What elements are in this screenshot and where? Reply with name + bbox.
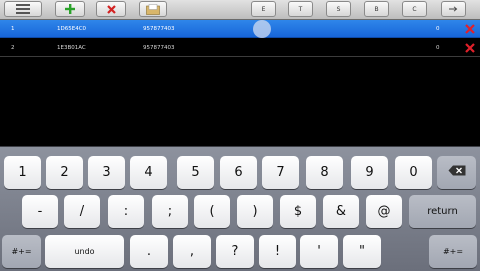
table-row[interactable]: 2 1E3B01AC 957877403 0	[0, 39, 480, 57]
row-code: 1D65E4C0	[57, 26, 87, 32]
key-semicolon[interactable]: ;	[152, 195, 188, 228]
row-delete-button[interactable]	[464, 23, 476, 35]
table-row[interactable]: 1 1D65E4C0 957877403 0	[0, 20, 480, 38]
backspace-icon	[448, 165, 466, 180]
arrow-right-icon	[449, 6, 458, 12]
key-dollar[interactable]: $	[280, 195, 316, 228]
key-9[interactable]: 9	[351, 156, 388, 189]
x-icon	[465, 43, 475, 53]
key-exclamation[interactable]: !	[259, 235, 296, 268]
key-question[interactable]: ?	[216, 235, 254, 268]
plus-icon	[65, 4, 75, 14]
key-quote[interactable]: "	[343, 235, 381, 268]
key-0[interactable]: 0	[395, 156, 432, 189]
touch-indicator	[253, 20, 271, 38]
key-colon[interactable]: :	[108, 195, 144, 228]
key-3[interactable]: 3	[88, 156, 125, 189]
column-button-t[interactable]: T	[288, 1, 313, 17]
key-apostrophe[interactable]: '	[300, 235, 338, 268]
list-icon	[16, 4, 30, 14]
numeric-keyboard: 1 2 3 4 5 6 7 8 9 0 - / : ; ( ) $ & @ re…	[0, 146, 480, 271]
key-1[interactable]: 1	[4, 156, 41, 189]
folder-icon	[146, 3, 160, 15]
row-index: 2	[11, 45, 15, 51]
row-number: 957877403	[143, 26, 175, 32]
open-button[interactable]	[139, 1, 167, 17]
add-button[interactable]	[55, 1, 85, 17]
symbols-key-right[interactable]: #+=	[429, 235, 477, 268]
key-open-paren[interactable]: (	[194, 195, 230, 228]
delete-button[interactable]	[96, 1, 126, 17]
key-at[interactable]: @	[366, 195, 402, 228]
key-slash[interactable]: /	[64, 195, 100, 228]
key-5[interactable]: 5	[177, 156, 214, 189]
toolbar: E T S B C	[0, 0, 480, 20]
key-2[interactable]: 2	[46, 156, 83, 189]
x-icon	[106, 4, 116, 14]
undo-key[interactable]: undo	[45, 235, 124, 268]
key-6[interactable]: 6	[220, 156, 257, 189]
row-index: 1	[11, 26, 15, 32]
symbols-key-left[interactable]: #+=	[2, 235, 41, 268]
menu-button[interactable]	[4, 1, 42, 17]
key-8[interactable]: 8	[306, 156, 343, 189]
x-icon	[465, 24, 475, 34]
key-4[interactable]: 4	[130, 156, 167, 189]
column-button-s[interactable]: S	[326, 1, 351, 17]
column-button-b[interactable]: B	[364, 1, 389, 17]
forward-button[interactable]	[441, 1, 466, 17]
row-delete-button[interactable]	[464, 42, 476, 54]
return-key[interactable]: return	[409, 195, 476, 228]
column-button-c[interactable]: C	[402, 1, 427, 17]
key-hyphen[interactable]: -	[22, 195, 58, 228]
key-ampersand[interactable]: &	[323, 195, 359, 228]
key-comma[interactable]: ,	[173, 235, 211, 268]
row-number: 957877403	[143, 45, 175, 51]
backspace-key[interactable]	[437, 156, 476, 189]
column-button-e[interactable]: E	[251, 1, 276, 17]
row-value: 0	[436, 26, 440, 32]
row-value: 0	[436, 45, 440, 51]
key-7[interactable]: 7	[262, 156, 299, 189]
data-table: 1 1D65E4C0 957877403 0 2 1E3B01AC 957877…	[0, 20, 480, 146]
key-period[interactable]: .	[130, 235, 168, 268]
row-code: 1E3B01AC	[57, 45, 86, 51]
key-close-paren[interactable]: )	[237, 195, 273, 228]
